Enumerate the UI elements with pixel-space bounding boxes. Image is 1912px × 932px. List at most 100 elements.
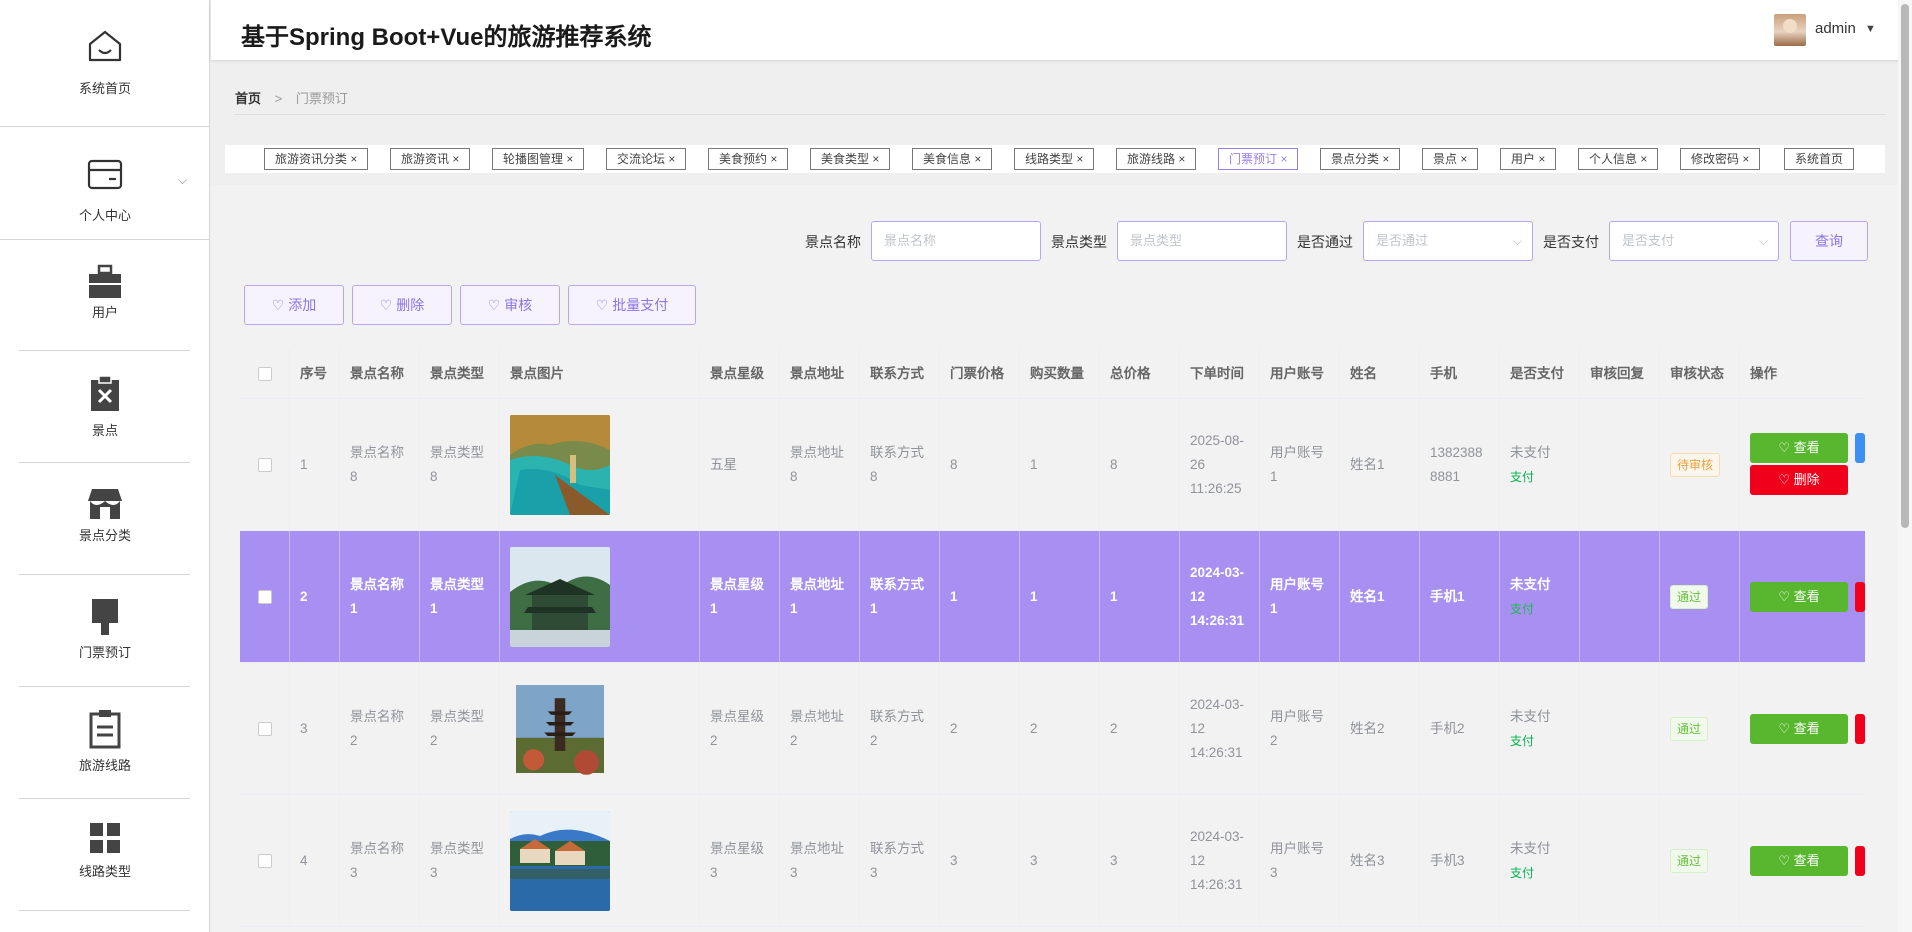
sidebar-item-profile[interactable]: 个人中心 ⌵ — [0, 127, 209, 239]
paid-status: 未支付 — [1510, 576, 1551, 592]
delete-row-button[interactable] — [1855, 714, 1865, 744]
delete-row-button[interactable] — [1855, 846, 1865, 876]
view-button[interactable]: ♡ 查看 — [1750, 714, 1848, 744]
close-icon[interactable]: × — [668, 152, 675, 166]
caret-down-icon[interactable]: ▼ — [1865, 23, 1876, 35]
table-row-selected[interactable]: 2 景点名称1 景点类型1 景点星级1 景点地址1 联系方式1 1 1 1 20… — [240, 531, 1865, 663]
tag-item-active[interactable]: 门票预订 × — [1218, 148, 1299, 170]
user-name[interactable]: admin — [1815, 20, 1856, 37]
sidebar-item-scenic-category[interactable]: 景点分类 — [0, 463, 209, 574]
close-icon[interactable]: × — [1742, 152, 1749, 166]
sidebar-item-scenic[interactable]: 景点 — [0, 351, 209, 462]
column-header: 用户账号 — [1260, 349, 1340, 398]
breadcrumb-separator: > — [274, 91, 283, 106]
column-header: 景点名称 — [340, 349, 420, 398]
checkbox[interactable] — [257, 366, 272, 381]
scenic-photo-lake[interactable] — [510, 414, 610, 515]
tag-item[interactable]: 旅游线路 × — [1116, 148, 1197, 170]
close-icon[interactable]: × — [1538, 152, 1545, 166]
tag-item[interactable]: 美食信息 × — [912, 148, 993, 170]
checkbox[interactable] — [257, 457, 272, 472]
cell-actions: ♡ 查看 — [1740, 663, 1865, 794]
close-icon[interactable]: × — [1280, 152, 1287, 166]
close-icon[interactable]: × — [452, 152, 459, 166]
paid-select[interactable]: 是否支付 ⌵ — [1609, 221, 1779, 261]
tag-item[interactable]: 个人信息 × — [1578, 148, 1659, 170]
tag-item[interactable]: 美食类型 × — [810, 148, 891, 170]
select-all-checkbox-cell[interactable] — [240, 349, 290, 398]
tag-item[interactable]: 景点分类 × — [1320, 148, 1401, 170]
view-button[interactable]: ♡ 查看 — [1750, 433, 1848, 463]
sidebar-item-route[interactable]: 旅游线路 — [0, 687, 209, 798]
table-row[interactable]: 1 景点名称8 景点类型8 五星 景点地址8 联系方式8 8 1 8 2025-… — [240, 399, 1865, 531]
close-icon[interactable]: × — [974, 152, 981, 166]
tag-item[interactable]: 轮播图管理 × — [492, 148, 585, 170]
scenic-photo-town[interactable] — [510, 810, 610, 911]
heart-icon: ♡ — [1778, 589, 1790, 604]
close-icon[interactable]: × — [350, 152, 357, 166]
tag-item[interactable]: 美食预约 × — [708, 148, 789, 170]
breadcrumb-home[interactable]: 首页 — [235, 91, 261, 106]
view-button[interactable]: ♡ 查看 — [1750, 846, 1848, 876]
pay-link[interactable]: 支付 — [1510, 729, 1551, 753]
tag-item[interactable]: 修改密码 × — [1680, 148, 1761, 170]
column-header: 门票价格 — [940, 349, 1020, 398]
tag-item[interactable]: 交流论坛 × — [606, 148, 687, 170]
cell-total: 1 — [1100, 531, 1180, 662]
row-checkbox-cell[interactable] — [240, 795, 290, 926]
close-icon[interactable]: × — [1178, 152, 1185, 166]
review-button[interactable]: ♡ 审核 — [460, 285, 560, 325]
add-button[interactable]: ♡ 添加 — [244, 285, 344, 325]
delete-row-button[interactable]: ♡ 删除 — [1750, 465, 1848, 495]
cell-account: 用户账号1 — [1260, 399, 1340, 530]
sidebar-item-home[interactable]: 系统首页 — [0, 0, 209, 126]
close-icon[interactable]: × — [1382, 152, 1389, 166]
chevron-down-icon[interactable]: ⌵ — [178, 173, 187, 188]
view-button[interactable]: ♡ 查看 — [1750, 582, 1848, 612]
vertical-scrollbar[interactable] — [1898, 0, 1912, 932]
row-checkbox-cell[interactable] — [240, 399, 290, 530]
batch-pay-button[interactable]: ♡ 批量支付 — [568, 285, 696, 325]
close-icon[interactable]: × — [770, 152, 777, 166]
avatar[interactable] — [1774, 14, 1806, 46]
pay-link[interactable]: 支付 — [1510, 465, 1551, 489]
tag-item[interactable]: 旅游资讯 × — [390, 148, 471, 170]
tag-item[interactable]: 旅游资讯分类 × — [264, 148, 369, 170]
checkbox[interactable] — [257, 853, 272, 868]
pass-select[interactable]: 是否通过 ⌵ — [1363, 221, 1533, 261]
tag-item[interactable]: 系统首页 — [1784, 148, 1855, 170]
checkbox[interactable] — [257, 589, 272, 604]
close-icon[interactable]: × — [1460, 152, 1467, 166]
close-icon[interactable]: × — [566, 152, 573, 166]
button-label: 审核 — [504, 297, 533, 313]
pay-link[interactable]: 支付 — [1510, 597, 1551, 621]
sidebar-item-route-type[interactable]: 线路类型 — [0, 799, 209, 910]
checkbox[interactable] — [257, 721, 272, 736]
row-checkbox-cell[interactable] — [240, 531, 290, 662]
button-label: 删除 — [396, 297, 425, 313]
scrollbar-thumb[interactable] — [1901, 4, 1909, 528]
delete-row-button[interactable] — [1855, 582, 1865, 612]
sidebar-item-ticket[interactable]: 门票预订 — [0, 575, 209, 686]
edit-button[interactable] — [1855, 433, 1865, 463]
table-row[interactable]: 3 景点名称2 景点类型2 景点星级2 景点地址2 联系方式2 2 2 2 20… — [240, 663, 1865, 795]
scenic-name-input[interactable]: 景点名称 — [871, 221, 1041, 261]
close-icon[interactable]: × — [872, 152, 879, 166]
scenic-photo-pagoda[interactable] — [516, 679, 604, 779]
pay-link[interactable]: 支付 — [1510, 861, 1551, 885]
scenic-photo-pavilion[interactable] — [510, 546, 610, 647]
heart-icon: ♡ — [271, 297, 285, 313]
tag-item[interactable]: 线路类型 × — [1014, 148, 1095, 170]
close-icon[interactable]: × — [1076, 152, 1083, 166]
scenic-type-input[interactable]: 景点类型 — [1117, 221, 1287, 261]
query-button[interactable]: 查询 — [1790, 221, 1868, 261]
sidebar-item-users[interactable]: 用户 — [0, 240, 209, 350]
close-icon[interactable]: × — [1640, 152, 1647, 166]
status-badge: 通过 — [1670, 848, 1709, 873]
table-row[interactable]: 4 景点名称3 景点类型3 景点星级3 景点地址3 联系方式3 3 3 3 20… — [240, 795, 1865, 927]
delete-button[interactable]: ♡ 删除 — [352, 285, 452, 325]
tag-item[interactable]: 景点 × — [1422, 148, 1479, 170]
cell-account: 用户账号3 — [1260, 795, 1340, 926]
row-checkbox-cell[interactable] — [240, 663, 290, 794]
tag-item[interactable]: 用户 × — [1500, 148, 1557, 170]
